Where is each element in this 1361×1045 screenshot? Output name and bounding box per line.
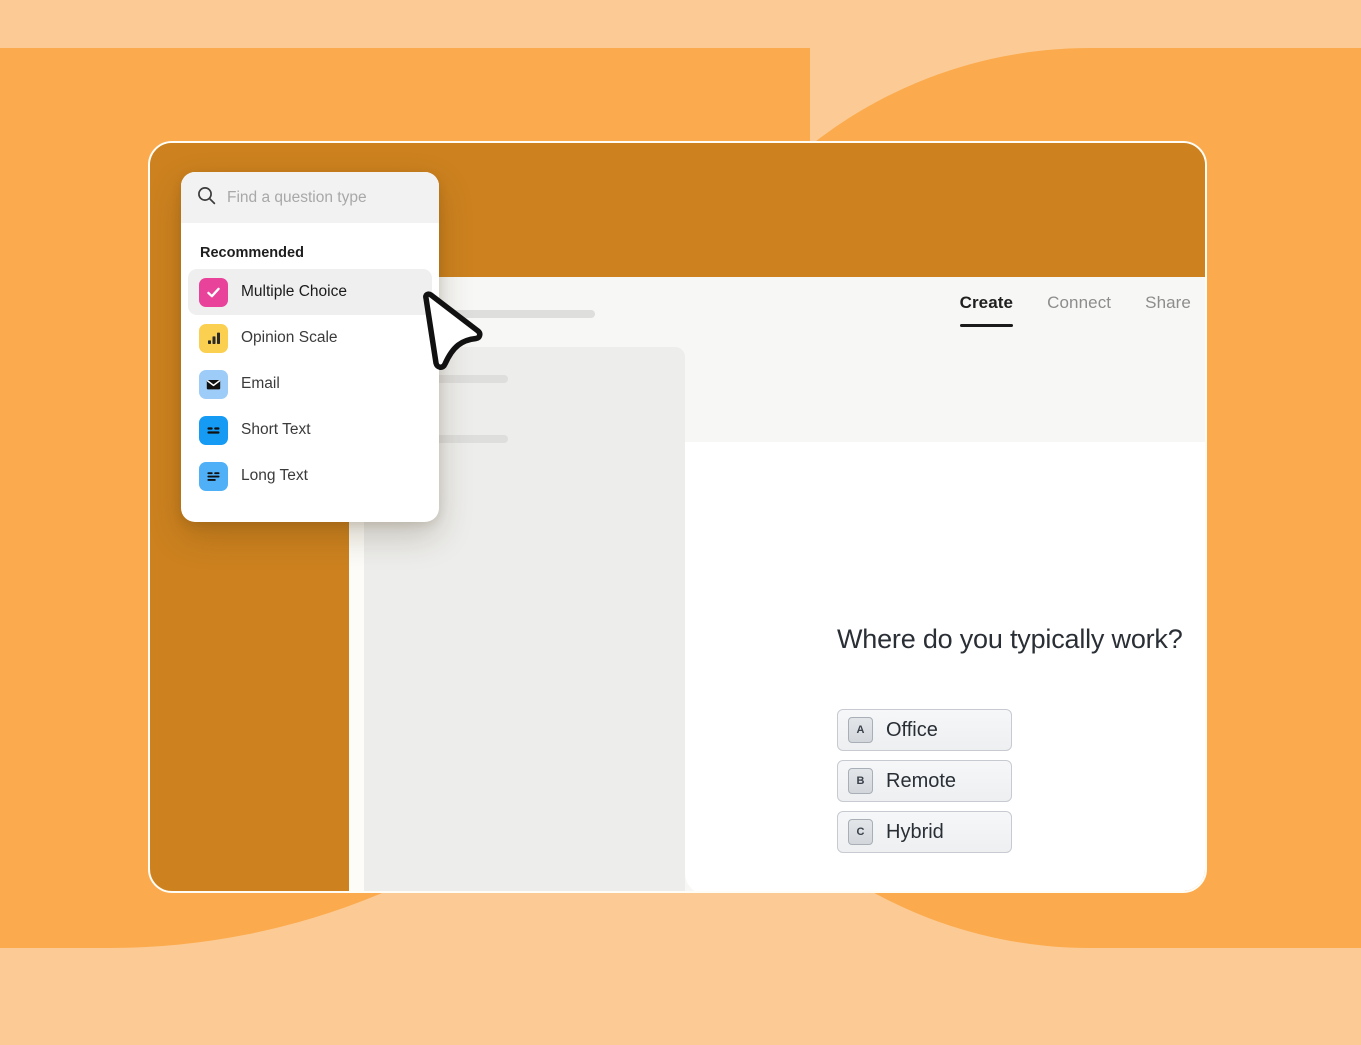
option-label: Remote	[886, 769, 957, 792]
short-text-icon	[199, 415, 228, 445]
bar-chart-icon	[199, 323, 228, 353]
preview-question-title: Where do you typically work?	[837, 624, 1183, 654]
recommended-heading: Recommended	[200, 245, 304, 261]
question-type-label: Long Text	[241, 467, 308, 484]
question-type-label: Multiple Choice	[241, 283, 347, 300]
question-type-label: Email	[241, 375, 280, 392]
tab-connect[interactable]: Connect	[1047, 293, 1111, 327]
tab-share[interactable]: Share	[1145, 293, 1191, 327]
option-key-badge: B	[848, 768, 873, 794]
preview-option-c[interactable]: C Hybrid	[837, 811, 1012, 853]
tab-create[interactable]: Create	[959, 293, 1014, 327]
option-label: Office	[886, 718, 938, 741]
screenshot-stage: Create Connect Share Where do you typica…	[0, 0, 1361, 1045]
option-label: Hybrid	[886, 820, 944, 843]
preview-option-b[interactable]: B Remote	[837, 760, 1012, 802]
search-input[interactable]	[227, 188, 417, 207]
checkmark-icon	[199, 277, 228, 307]
question-type-long-text[interactable]: Long Text	[188, 453, 432, 499]
preview-options-list: A Office B Remote C Hybrid	[837, 709, 1012, 853]
option-key-badge: C	[848, 819, 873, 845]
question-type-email[interactable]: Email	[188, 361, 432, 407]
question-type-list: Multiple Choice Opinion Scale Email Shor…	[181, 269, 439, 509]
search-icon	[197, 186, 216, 210]
question-type-popover: Recommended Multiple Choice	[181, 172, 439, 522]
skeleton-bar	[450, 310, 595, 318]
long-text-icon	[199, 461, 228, 491]
option-key-badge: A	[848, 717, 873, 743]
top-navigation: Create Connect Share	[959, 293, 1191, 327]
question-type-label: Opinion Scale	[241, 329, 338, 346]
question-type-opinion-scale[interactable]: Opinion Scale	[188, 315, 432, 361]
question-type-multiple-choice[interactable]: Multiple Choice	[188, 269, 432, 315]
question-preview-card: Where do you typically work? A Office B …	[685, 442, 1205, 891]
envelope-icon	[199, 369, 228, 399]
search-row	[181, 172, 439, 223]
preview-option-a[interactable]: A Office	[837, 709, 1012, 751]
question-type-short-text[interactable]: Short Text	[188, 407, 432, 453]
question-type-label: Short Text	[241, 421, 311, 438]
